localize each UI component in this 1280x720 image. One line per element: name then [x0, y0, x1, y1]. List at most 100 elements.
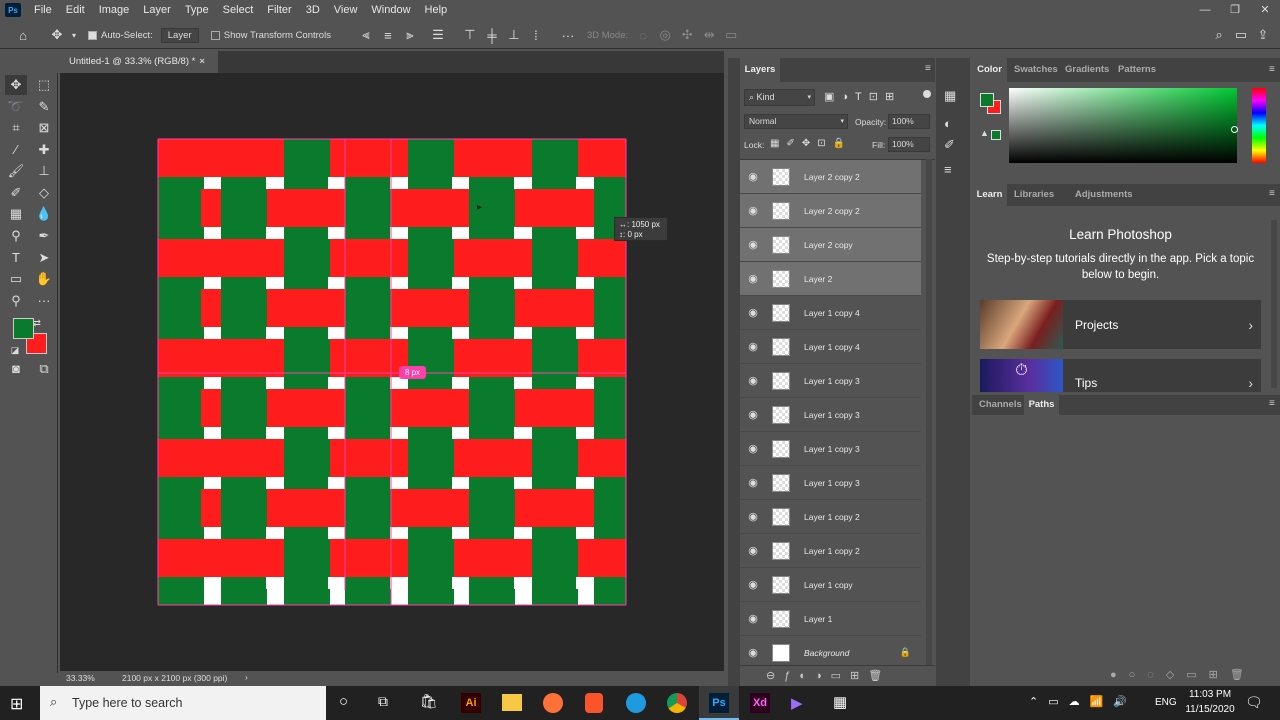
- panel-menu-icon[interactable]: ≡: [925, 63, 931, 74]
- file-explorer-icon[interactable]: [502, 694, 522, 711]
- edge-icon[interactable]: [626, 693, 646, 713]
- filter-toggle-icon[interactable]: [923, 90, 931, 98]
- eye-icon[interactable]: ◉: [740, 442, 766, 455]
- layer-row[interactable]: ◉ Layer 1 copy 4: [740, 330, 921, 364]
- panel-icon-3[interactable]: ✐: [944, 137, 955, 153]
- calculator-icon[interactable]: ▦: [833, 693, 847, 711]
- system-tray-icons[interactable]: ⌃▭☁📶🔊: [1029, 695, 1137, 708]
- eye-icon[interactable]: ◉: [740, 408, 766, 421]
- eye-icon[interactable]: ◉: [740, 238, 766, 251]
- fill-field[interactable]: 100%: [888, 137, 930, 152]
- eye-icon[interactable]: ◉: [740, 340, 766, 353]
- firefox-icon[interactable]: [543, 693, 563, 713]
- eye-icon[interactable]: ◉: [740, 510, 766, 523]
- color-picker-cursor[interactable]: [1231, 126, 1238, 133]
- blend-mode-dropdown[interactable]: Normal ▾: [744, 114, 848, 129]
- store-icon[interactable]: 🛍: [420, 693, 438, 710]
- layer-row[interactable]: ◉ Layer 1: [740, 602, 921, 636]
- layer-row[interactable]: ◉ Layer 1 copy 2: [740, 534, 921, 568]
- layer-row[interactable]: ◉ Layer 1 copy: [740, 568, 921, 602]
- tab-libraries[interactable]: Libraries: [1014, 189, 1054, 200]
- tab-paths[interactable]: Paths: [1024, 395, 1059, 415]
- gamut-color-chip[interactable]: [991, 130, 1001, 140]
- layer-name: Layer 2 copy 2: [804, 205, 860, 216]
- layer-thumbnail: [772, 541, 790, 560]
- filter-kind-dropdown[interactable]: ⌕ Kind ▾: [744, 89, 815, 106]
- media-app-icon[interactable]: ▶: [791, 694, 803, 712]
- eye-icon[interactable]: ◉: [740, 306, 766, 319]
- layer-row[interactable]: ◉ Layer 1 copy 3: [740, 364, 921, 398]
- panel-icon-2[interactable]: ◐: [944, 116, 952, 131]
- opacity-field[interactable]: 100%: [888, 114, 930, 129]
- layer-row[interactable]: ◉ Layer 2 copy: [740, 228, 921, 262]
- taskbar-search-box[interactable]: ⌕ Type here to search: [40, 686, 326, 720]
- illustrator-app-icon[interactable]: Ai: [461, 693, 481, 713]
- eye-icon[interactable]: ◉: [740, 204, 766, 217]
- layer-row[interactable]: ◉ Layer 1 copy 2: [740, 500, 921, 534]
- windows-start-icon[interactable]: ⊞: [10, 694, 23, 714]
- layer-thumbnail: [772, 405, 790, 424]
- layer-name: Layer 1 copy: [804, 579, 853, 590]
- cortana-icon[interactable]: ○: [339, 693, 348, 710]
- layer-row[interactable]: ◉ Layer 1 copy 4: [740, 296, 921, 330]
- layer-row[interactable]: ◉ Layer 1 copy 3: [740, 466, 921, 500]
- eye-icon[interactable]: ◉: [740, 646, 766, 659]
- learn-panel-menu-icon[interactable]: ≡: [1269, 188, 1275, 199]
- language-indicator[interactable]: ENG: [1155, 697, 1177, 708]
- learn-scrollbar[interactable]: [1271, 220, 1277, 388]
- notifications-icon[interactable]: 🗨: [1245, 694, 1263, 711]
- chevron-right-icon: ›: [1248, 374, 1253, 391]
- brave-icon[interactable]: [585, 693, 603, 713]
- hue-slider[interactable]: [1252, 88, 1266, 163]
- paths-panel-menu-icon[interactable]: ≡: [1269, 398, 1275, 409]
- eye-icon[interactable]: ◉: [740, 272, 766, 285]
- eye-icon[interactable]: ◉: [740, 170, 766, 183]
- tab-patterns[interactable]: Patterns: [1118, 64, 1156, 75]
- xd-app-icon[interactable]: Xd: [750, 693, 770, 713]
- layer-list: ◉ Layer 2 copy 2 ◉ Layer 2 copy 2 ◉ Layer 2 c…: [740, 159, 935, 665]
- eye-icon[interactable]: ◉: [740, 476, 766, 489]
- tab-channels[interactable]: Channels: [979, 399, 1022, 410]
- opacity-label: Opacity:: [855, 117, 887, 127]
- layer-row[interactable]: ◉ Layer 2: [740, 262, 921, 296]
- layer-row[interactable]: ◉ Layer 1 copy 3: [740, 398, 921, 432]
- tab-swatches[interactable]: Swatches: [1014, 64, 1058, 75]
- foreground-color-swatch[interactable]: [13, 318, 34, 339]
- layer-row[interactable]: ◉ Layer 2 copy 2: [740, 194, 921, 228]
- layer-row[interactable]: ◉ Layer 2 copy 2: [740, 160, 921, 194]
- photoshop-taskbar-button[interactable]: Ps: [699, 686, 739, 720]
- tab-adjustments[interactable]: Adjustments: [1075, 189, 1133, 200]
- chrome-icon[interactable]: [667, 693, 687, 713]
- paths-footer-icons[interactable]: ●○◌◇▭⊞🗑: [972, 665, 1280, 686]
- panel-icon-1[interactable]: ▦: [944, 88, 956, 104]
- tab-layers[interactable]: Layers: [740, 58, 780, 82]
- opacity-value: 100%: [892, 116, 914, 126]
- layer-scrollbar[interactable]: [926, 159, 932, 665]
- eye-icon[interactable]: ◉: [740, 374, 766, 387]
- search-icon: ⌕: [50, 694, 58, 709]
- zoom-level[interactable]: 33.33%: [66, 673, 95, 683]
- clock-date[interactable]: 11/15/2020: [1182, 704, 1238, 715]
- tab-color[interactable]: Color: [972, 58, 1007, 82]
- collapsed-panels-dock: ▦ ◐ ✐ ≡: [936, 58, 970, 686]
- panel-icon-4[interactable]: ≡: [944, 162, 952, 177]
- eye-icon[interactable]: ◉: [740, 612, 766, 625]
- eye-icon[interactable]: ◉: [740, 544, 766, 557]
- color-panel-menu-icon[interactable]: ≡: [1269, 64, 1275, 75]
- layer-name: Layer 1 copy 2: [804, 545, 860, 556]
- foreground-color-chip[interactable]: [980, 93, 994, 107]
- tab-learn[interactable]: Learn: [972, 184, 1007, 206]
- clock-time[interactable]: 11:03 PM: [1185, 689, 1235, 700]
- task-view-icon[interactable]: ⧉: [378, 693, 388, 710]
- layer-row[interactable]: ◉ Background 🔒: [740, 636, 921, 665]
- color-field[interactable]: [1009, 88, 1237, 163]
- tab-gradients[interactable]: Gradients: [1065, 64, 1109, 75]
- eye-icon[interactable]: ◉: [740, 578, 766, 591]
- projects-card[interactable]: Projects ›: [980, 300, 1261, 349]
- tips-card[interactable]: ⏱ Tips ›: [980, 359, 1261, 392]
- layer-row[interactable]: ◉ Layer 1 copy 3: [740, 432, 921, 466]
- lock-icons[interactable]: ▦✐✥⊡🔒: [770, 138, 852, 149]
- status-menu-arrow[interactable]: ›: [245, 672, 248, 682]
- layer-footer-icons[interactable]: ⊖ƒ◐◑▭⊞🗑: [740, 665, 935, 686]
- filter-type-icons[interactable]: ▣◑T⊡⊞: [824, 90, 901, 103]
